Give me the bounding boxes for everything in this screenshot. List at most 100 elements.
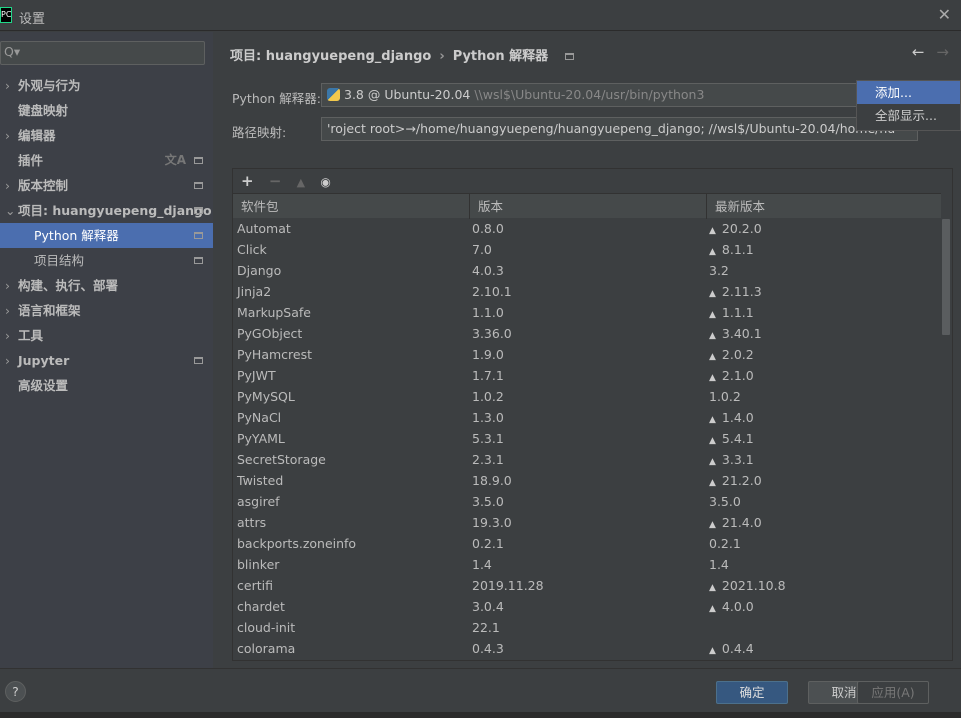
table-row[interactable]: PyYAML 5.3.1 ▲ 5.4.1 [233,428,941,449]
add-package-button[interactable]: + [241,172,254,190]
breadcrumb-project[interactable]: 项目: huangyuepeng_django [230,49,431,64]
sidebar-item[interactable]: › 编辑器 [0,123,213,148]
package-version: 22.1 [472,620,500,635]
latest-version: 2.0.2 [721,347,754,362]
table-row[interactable]: colorama 0.4.3 ▲ 0.4.4 [233,638,941,659]
chevron-right-icon[interactable]: › [5,273,10,298]
menu-item-add[interactable]: 添加... [857,81,960,104]
sidebar-item[interactable]: Python 解释器 [0,223,213,248]
chevron-right-icon[interactable]: › [5,123,10,148]
table-toolbar: + − ▲ ◉ [233,169,952,193]
main-panel: 项目: huangyuepeng_django › Python 解释器 ← → Py… [213,32,961,668]
column-header-latest[interactable]: 最新版本 [707,194,941,219]
chevron-right-icon[interactable]: › [5,173,10,198]
table-row[interactable]: PyHamcrest 1.9.0 ▲ 2.0.2 [233,344,941,365]
latest-version: 2.11.3 [721,284,762,299]
table-row[interactable]: certifi 2019.11.28 ▲ 2021.10.8 [233,575,941,596]
sidebar-item[interactable]: › Jupyter [0,348,213,373]
column-header-package[interactable]: 软件包 [233,194,470,219]
table-row[interactable]: blinker 1.4 1.4 [233,554,941,575]
show-early-releases-icon[interactable]: ◉ [320,175,330,189]
sidebar-item-label: 语言和框架 [18,303,81,318]
upgrade-arrow-icon: ▲ [709,289,716,299]
package-latest: 1.4 [709,554,729,575]
sidebar-item-label: 构建、执行、部署 [18,278,119,293]
path-mapping-field[interactable]: 'roject root>→/home/huangyuepeng/huangyu… [321,117,918,141]
sidebar-item-label: 项目: huangyuepeng_django [18,203,212,218]
upgrade-arrow-icon: ▲ [709,226,716,236]
sidebar-item[interactable]: › 版本控制 [0,173,213,198]
ok-button[interactable]: 确定 [716,681,788,704]
chevron-right-icon[interactable]: › [5,298,10,323]
package-version: 2019.11.28 [472,578,544,593]
taskbar-strip [0,712,961,718]
latest-version: 1.4 [709,557,729,572]
table-row[interactable]: Django 4.0.3 3.2 [233,260,941,281]
help-button[interactable]: ? [5,681,26,702]
table-row[interactable]: backports.zoneinfo 0.2.1 0.2.1 [233,533,941,554]
sidebar-item-label: Python 解释器 [34,228,119,243]
chevron-right-icon[interactable]: › [5,323,10,348]
table-row[interactable]: MarkupSafe 1.1.0 ▲ 1.1.1 [233,302,941,323]
remove-package-button[interactable]: − [269,172,282,190]
latest-version: 3.40.1 [721,326,762,341]
table-row[interactable]: asgiref 3.5.0 3.5.0 [233,491,941,512]
table-header: 软件包 版本 最新版本 [233,193,941,219]
breadcrumb-separator: › [439,49,445,64]
package-version: 1.3.0 [472,410,504,425]
latest-version: 4.0.0 [721,599,754,614]
interpreter-version: 3.8 @ Ubuntu-20.04 [344,87,471,102]
table-row[interactable]: PyNaCl 1.3.0 ▲ 1.4.0 [233,407,941,428]
table-row[interactable]: chardet 3.0.4 ▲ 4.0.0 [233,596,941,617]
package-version: 2.3.1 [472,452,504,467]
chevron-down-icon[interactable]: ⌄ [5,198,15,223]
forward-arrow-icon[interactable]: → [936,43,949,61]
column-header-version[interactable]: 版本 [470,194,707,219]
sidebar-item[interactable]: ⌄ 项目: huangyuepeng_django [0,198,213,223]
menu-item-show-all[interactable]: 全部显示... [857,104,960,127]
table-row[interactable]: cloud-init 22.1 [233,617,941,638]
sidebar-item[interactable]: 插件 文A [0,148,213,173]
table-row[interactable]: Automat 0.8.0 ▲ 20.2.0 [233,218,941,239]
search-input[interactable]: Q▾ [0,41,205,65]
sidebar-item-label: 键盘映射 [18,103,69,118]
sidebar-item[interactable]: 项目结构 [0,248,213,273]
upgrade-package-button[interactable]: ▲ [297,176,305,189]
table-row[interactable]: attrs 19.3.0 ▲ 21.4.0 [233,512,941,533]
latest-version: 8.1.1 [721,242,754,257]
upgrade-arrow-icon: ▲ [709,373,716,383]
package-version: 3.36.0 [472,326,512,341]
table-row[interactable]: SecretStorage 2.3.1 ▲ 3.3.1 [233,449,941,470]
upgrade-arrow-icon: ▲ [709,352,716,362]
sidebar-item[interactable]: › 外观与行为 [0,73,213,98]
sidebar-item[interactable]: 键盘映射 [0,98,213,123]
sidebar-item-label: 高级设置 [18,378,69,393]
chevron-right-icon[interactable]: › [5,348,10,373]
app-logo: PC [0,7,12,23]
interpreter-select[interactable]: 3.8 @ Ubuntu-20.04 \\wsl$\Ubuntu-20.04/u… [321,83,861,107]
apply-button[interactable]: 应用(A) [857,681,929,704]
scrollbar[interactable] [942,219,950,335]
sidebar-item[interactable]: › 语言和框架 [0,298,213,323]
table-row[interactable]: Click 7.0 ▲ 8.1.1 [233,239,941,260]
translate-icon: 文A [164,153,186,167]
latest-version: 0.2.1 [709,536,741,551]
back-arrow-icon[interactable]: ← [912,43,925,61]
package-latest: ▲ 0.4.4 [709,638,754,660]
table-row[interactable]: PyMySQL 1.0.2 1.0.2 [233,386,941,407]
dialog-footer: ? 确定 取消 应用(A) [0,668,961,712]
package-version: 0.8.0 [472,221,504,236]
breadcrumb: 项目: huangyuepeng_django › Python 解释器 [230,45,574,64]
close-icon[interactable]: ✕ [938,5,951,24]
sidebar-item[interactable]: › 工具 [0,323,213,348]
table-row[interactable]: Twisted 18.9.0 ▲ 21.2.0 [233,470,941,491]
table-row[interactable]: Jinja2 2.10.1 ▲ 2.11.3 [233,281,941,302]
package-version: 0.2.1 [472,536,504,551]
table-row[interactable]: PyJWT 1.7.1 ▲ 2.1.0 [233,365,941,386]
table-row[interactable]: PyGObject 3.36.0 ▲ 3.40.1 [233,323,941,344]
package-name: chardet [237,599,285,614]
sidebar-item[interactable]: 高级设置 [0,373,213,398]
chevron-right-icon[interactable]: › [5,73,10,98]
sidebar-item[interactable]: › 构建、执行、部署 [0,273,213,298]
sidebar-item-label: 编辑器 [18,128,56,143]
